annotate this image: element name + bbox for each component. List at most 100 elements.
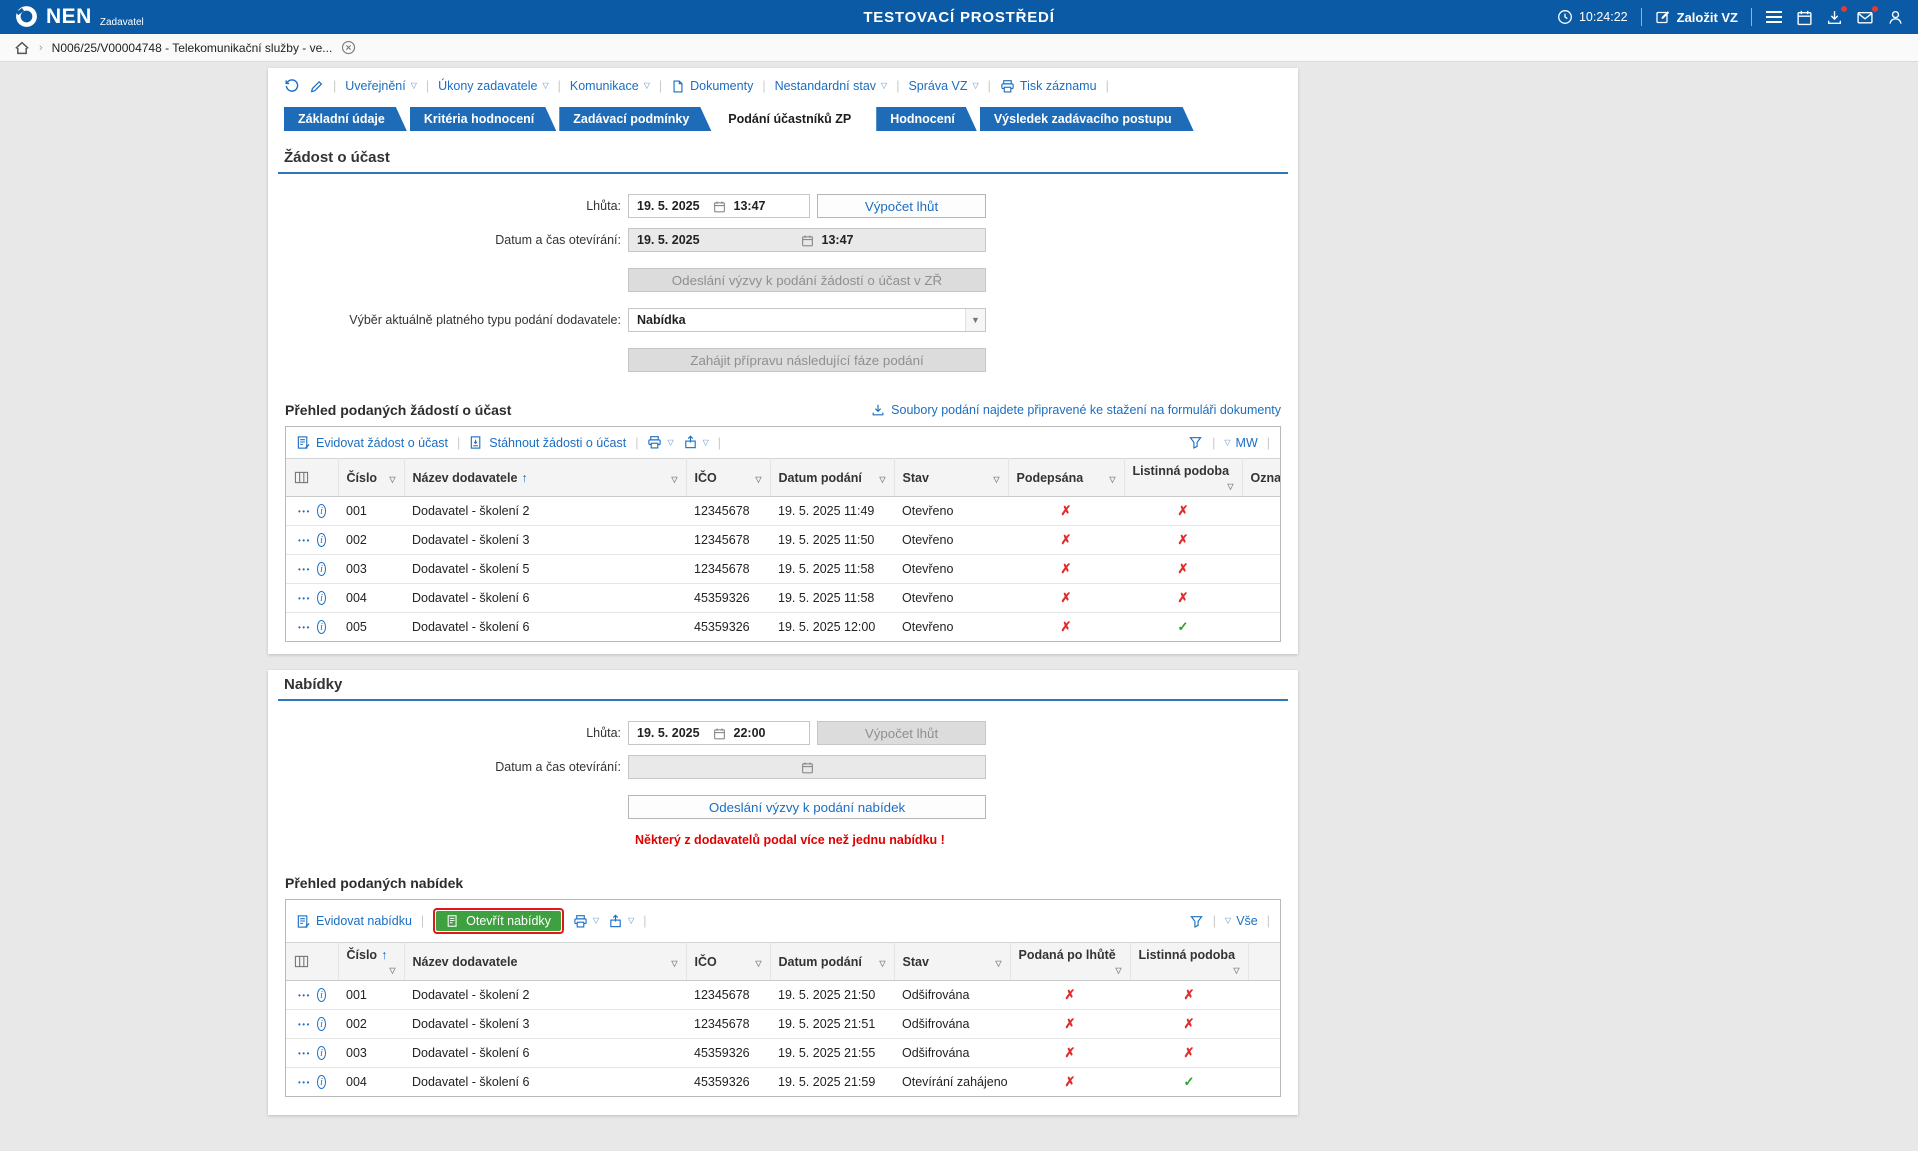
create-vz-button[interactable]: Založit VZ (1655, 9, 1738, 25)
column-settings-header[interactable] (286, 459, 338, 497)
row-menu-icon[interactable]: ••• (298, 594, 311, 603)
breadcrumb-item[interactable]: N006/25/V00004748 - Telekomunikační služ… (52, 41, 333, 55)
edit-button[interactable] (309, 79, 324, 94)
grid-export-button[interactable]: ▽ (608, 914, 634, 929)
row-menu-icon[interactable]: ••• (298, 623, 311, 632)
tab-zadavaci-podminky[interactable]: Zadávací podmínky (559, 107, 711, 131)
user-icon[interactable] (1887, 9, 1904, 26)
row-menu-icon[interactable]: ••• (298, 536, 311, 545)
row-info-icon[interactable]: i (317, 988, 326, 1002)
tab-zakladni-udaje[interactable]: Základní údaje (284, 107, 407, 131)
row-menu-icon[interactable]: ••• (298, 565, 311, 574)
col-podana-po-lhute[interactable]: Podaná po lhůtě▽ (1010, 943, 1130, 981)
table-row[interactable]: •••i001Dodavatel - školení 21234567819. … (286, 497, 1281, 526)
col-stav[interactable]: Stav▽ (894, 943, 1010, 981)
col-nazev-dodavatele[interactable]: Název dodavatele↑▽ (404, 459, 686, 497)
filter-icon[interactable]: ▽ (1109, 475, 1115, 484)
column-settings-header[interactable] (286, 943, 338, 981)
menu-dokumenty[interactable]: Dokumenty (671, 79, 753, 94)
row-menu-icon[interactable]: ••• (298, 1020, 311, 1029)
row-menu-icon[interactable]: ••• (298, 1049, 311, 1058)
close-record-icon[interactable] (341, 40, 356, 55)
nen-logo[interactable]: NEN Zadavatel (14, 4, 144, 30)
filter-icon[interactable]: ▽ (671, 475, 677, 484)
evidovat-zadost-button[interactable]: Evidovat žádost o účast (296, 435, 448, 450)
vypocet-lhut-button[interactable]: Výpočet lhůt (817, 194, 986, 218)
menu-sprava-vz[interactable]: Správa VZ▽ (908, 79, 978, 93)
grid-print-button[interactable]: ▽ (647, 435, 673, 450)
lhuta-datetime-input[interactable]: 19. 5. 2025 13:47 (628, 194, 810, 218)
row-info-icon[interactable]: i (317, 504, 326, 518)
menu-nestandardni-stav[interactable]: Nestandardní stav▽ (775, 79, 888, 93)
col-stav[interactable]: Stav▽ (894, 459, 1008, 497)
col-oznaceni[interactable]: Označ (1242, 459, 1281, 497)
table-row[interactable]: •••i005Dodavatel - školení 64535932619. … (286, 613, 1281, 642)
history-button[interactable] (284, 78, 300, 94)
filter-icon[interactable]: ▽ (671, 959, 677, 968)
filter-icon[interactable]: ▽ (1227, 482, 1233, 491)
filter-icon[interactable]: ▽ (879, 959, 885, 968)
table-row[interactable]: •••i004Dodavatel - školení 64535932619. … (286, 1068, 1281, 1097)
grid-view-select[interactable]: ▽ MW (1224, 436, 1257, 450)
filter-icon[interactable]: ▽ (995, 959, 1001, 968)
table-row[interactable]: •••i004Dodavatel - školení 64535932619. … (286, 584, 1281, 613)
table-row[interactable]: •••i001Dodavatel - školení 21234567819. … (286, 981, 1281, 1010)
row-info-icon[interactable]: i (317, 1046, 326, 1060)
tab-hodnoceni[interactable]: Hodnocení (876, 107, 977, 131)
col-cislo[interactable]: Číslo↑▽ (338, 943, 404, 981)
grid-filter-button[interactable] (1189, 914, 1204, 929)
table-row[interactable]: •••i003Dodavatel - školení 51234567819. … (286, 555, 1281, 584)
grid-filter-button[interactable] (1188, 435, 1203, 450)
calendar-icon[interactable] (713, 200, 726, 213)
filter-icon[interactable]: ▽ (1233, 966, 1239, 975)
home-icon[interactable] (14, 40, 30, 56)
row-info-icon[interactable]: i (317, 620, 326, 634)
menu-icon[interactable] (1765, 10, 1783, 24)
odeslani-vyzvy-nabidky-button[interactable]: Odeslání výzvy k podání nabídek (628, 795, 986, 819)
filter-icon[interactable]: ▽ (993, 475, 999, 484)
col-podepsana[interactable]: Podepsána▽ (1008, 459, 1124, 497)
filter-icon[interactable]: ▽ (755, 959, 761, 968)
table-row[interactable]: •••i002Dodavatel - školení 31234567819. … (286, 526, 1281, 555)
filter-icon[interactable]: ▽ (879, 475, 885, 484)
row-menu-icon[interactable]: ••• (298, 1078, 311, 1087)
downloads-icon[interactable] (1826, 9, 1843, 26)
col-cislo[interactable]: Číslo▽ (338, 459, 404, 497)
row-menu-icon[interactable]: ••• (298, 507, 311, 516)
tab-podani-ucastniku[interactable]: Podání účastníků ZP (714, 107, 873, 131)
menu-komunikace[interactable]: Komunikace▽ (570, 79, 650, 93)
grid-print-button[interactable]: ▽ (573, 914, 599, 929)
typ-podani-select[interactable]: Nabídka ▼ (628, 308, 986, 332)
filter-icon[interactable]: ▽ (389, 966, 395, 975)
menu-ukony-zadavatele[interactable]: Úkony zadavatele▽ (438, 79, 549, 93)
stahnout-zadosti-button[interactable]: Stáhnout žádosti o účast (469, 435, 626, 450)
table-row[interactable]: •••i003Dodavatel - školení 64535932619. … (286, 1039, 1281, 1068)
otevrit-nabidky-button[interactable]: Otevřít nabídky (436, 911, 561, 931)
calendar-icon[interactable] (713, 727, 726, 740)
table-row[interactable]: •••i002Dodavatel - školení 31234567819. … (286, 1010, 1281, 1039)
calendar-icon[interactable] (1796, 9, 1813, 26)
row-menu-icon[interactable]: ••• (298, 991, 311, 1000)
col-ico[interactable]: IČO▽ (686, 943, 770, 981)
messages-icon[interactable] (1856, 9, 1874, 26)
row-info-icon[interactable]: i (317, 1075, 326, 1089)
row-info-icon[interactable]: i (317, 562, 326, 576)
row-info-icon[interactable]: i (317, 1017, 326, 1031)
print-record-button[interactable]: Tisk záznamu (1000, 79, 1097, 94)
nabidky-lhuta-datetime-input[interactable]: 19. 5. 2025 22:00 (628, 721, 810, 745)
tab-vysledek[interactable]: Výsledek zadávacího postupu (980, 107, 1194, 131)
col-nazev-dodavatele[interactable]: Název dodavatele▽ (404, 943, 686, 981)
col-datum-podani[interactable]: Datum podání▽ (770, 943, 894, 981)
col-ico[interactable]: IČO▽ (686, 459, 770, 497)
col-datum-podani[interactable]: Datum podání▽ (770, 459, 894, 497)
filter-icon[interactable]: ▽ (389, 475, 395, 484)
filter-icon[interactable]: ▽ (755, 475, 761, 484)
row-info-icon[interactable]: i (317, 533, 326, 547)
grid-export-button[interactable]: ▽ (683, 435, 709, 450)
tab-kriteria-hodnoceni[interactable]: Kritéria hodnocení (410, 107, 556, 131)
col-listinna-podoba[interactable]: Listinná podoba▽ (1130, 943, 1248, 981)
filter-icon[interactable]: ▽ (1115, 966, 1121, 975)
download-hint-link[interactable]: Soubory podání najdete připravené ke sta… (871, 403, 1281, 417)
row-info-icon[interactable]: i (317, 591, 326, 605)
menu-uverejneni[interactable]: Uveřejnění▽ (345, 79, 417, 93)
